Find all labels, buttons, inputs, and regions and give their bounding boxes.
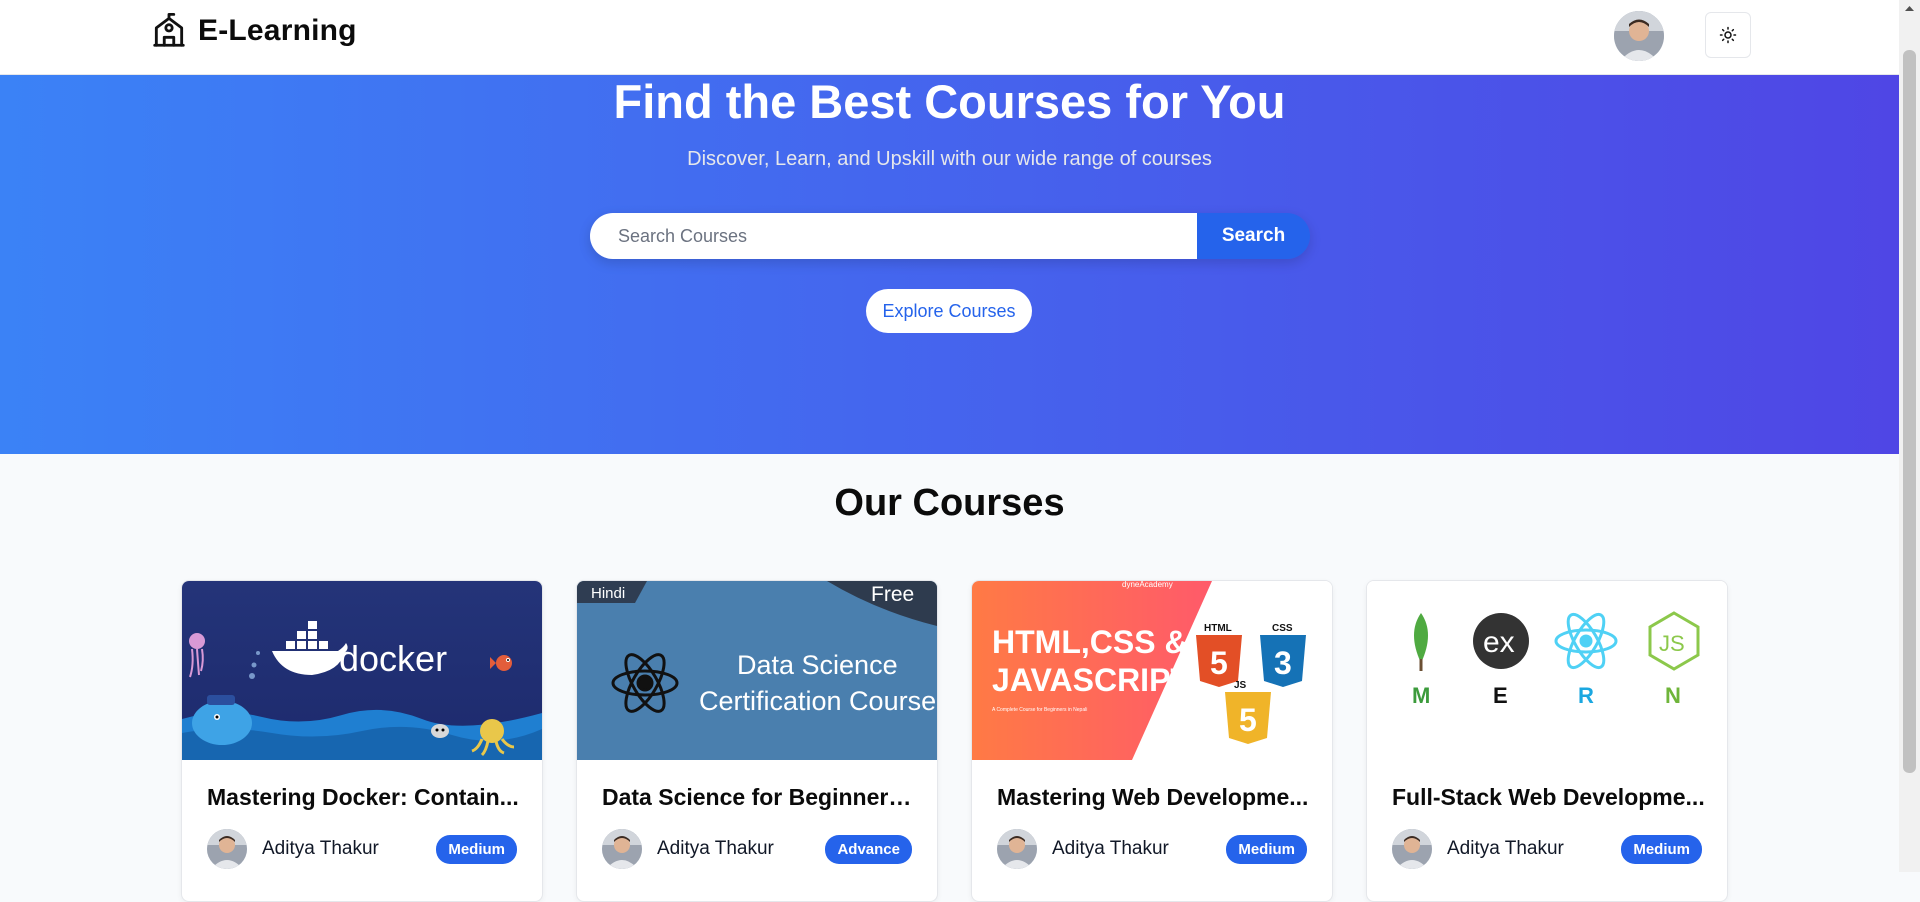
author-name: Aditya Thakur xyxy=(657,838,774,859)
thumb-heading-2: JAVASCRIPT xyxy=(992,662,1190,698)
course-title[interactable]: Data Science for Beginners:... xyxy=(602,784,917,811)
svg-text:CSS: CSS xyxy=(1272,623,1293,634)
letter-n: N xyxy=(1665,683,1681,708)
svg-text:3: 3 xyxy=(1274,645,1292,681)
svg-text:ex: ex xyxy=(1483,626,1515,659)
course-thumbnail-docker: docker xyxy=(182,581,542,760)
level-badge: Advance xyxy=(825,834,912,864)
letter-r: R xyxy=(1578,683,1594,708)
school-icon xyxy=(153,12,185,47)
svg-text:5: 5 xyxy=(1239,702,1257,738)
author-name: Aditya Thakur xyxy=(262,838,379,859)
course-list: docker Mastering Docker: Contain... Adit… xyxy=(181,580,1728,902)
course-title[interactable]: Full-Stack Web Developme... xyxy=(1392,784,1707,811)
svg-text:HTML: HTML xyxy=(1204,623,1232,634)
hero-title: Find the Best Courses for You xyxy=(613,75,1286,128)
course-author: Aditya Thakur Medium xyxy=(1392,829,1702,869)
level-badge: Medium xyxy=(1226,834,1307,864)
thumb-caption: A Complete Course for Beginners in Nepal… xyxy=(992,707,1087,713)
search-input[interactable] xyxy=(590,213,1197,259)
hero-section: Find the Best Courses for You Discover, … xyxy=(0,74,1899,454)
academy-brand: dyneAcademy xyxy=(1122,581,1173,589)
search-form: Search xyxy=(590,213,1310,259)
thumb-heading-1: Data Science xyxy=(737,650,898,680)
hero-subtitle: Discover, Learn, and Upskill with our wi… xyxy=(687,148,1212,170)
theme-toggle-button[interactable] xyxy=(1705,12,1751,58)
brand-link[interactable]: E-Learning xyxy=(150,12,357,50)
author-avatar xyxy=(602,829,642,869)
author-name: Aditya Thakur xyxy=(1052,838,1169,859)
course-author: Aditya Thakur Medium xyxy=(207,829,517,869)
course-thumbnail-web-dev: dyneAcademy HTML,CSS & JAVASCRIPT A Comp… xyxy=(972,581,1332,760)
course-thumbnail-mern: ex JS M E R N xyxy=(1367,581,1727,760)
scroll-up-arrow-icon[interactable] xyxy=(1899,0,1920,17)
course-title[interactable]: Mastering Docker: Contain... xyxy=(207,784,522,811)
course-author: Aditya Thakur Advance xyxy=(602,829,912,869)
user-avatar-button[interactable] xyxy=(1614,11,1664,61)
docker-logo-text: docker xyxy=(339,638,447,679)
course-author: Aditya Thakur Medium xyxy=(997,829,1307,869)
search-button[interactable]: Search xyxy=(1197,213,1310,259)
explore-courses-button[interactable]: Explore Courses xyxy=(866,289,1032,333)
thumb-heading-1: HTML,CSS & xyxy=(992,624,1188,660)
level-badge: Medium xyxy=(436,834,517,864)
level-badge: Medium xyxy=(1621,834,1702,864)
brand-title: E-Learning xyxy=(198,14,357,47)
avatar-image xyxy=(1614,11,1664,61)
course-card[interactable]: dyneAcademy HTML,CSS & JAVASCRIPT A Comp… xyxy=(971,580,1333,902)
author-avatar xyxy=(207,829,247,869)
navbar: E-Learning xyxy=(0,0,1899,75)
scrollbar-thumb[interactable] xyxy=(1903,50,1916,773)
svg-text:JS: JS xyxy=(1234,680,1247,691)
letter-m: M xyxy=(1412,683,1430,708)
sun-icon xyxy=(1719,26,1737,44)
course-thumbnail-data-science: Hindi Free Data Science Certification Co… xyxy=(577,581,937,760)
svg-text:JS: JS xyxy=(1659,631,1685,656)
author-avatar xyxy=(997,829,1037,869)
svg-text:5: 5 xyxy=(1210,645,1228,681)
course-card[interactable]: ex JS M E R N Full-Stack Web Developme..… xyxy=(1366,580,1728,902)
section-title: Our Courses xyxy=(834,482,1065,524)
express-icon: ex xyxy=(1473,613,1529,669)
course-card[interactable]: Hindi Free Data Science Certification Co… xyxy=(576,580,938,902)
course-title[interactable]: Mastering Web Developme... xyxy=(997,784,1312,811)
letter-e: E xyxy=(1493,683,1508,708)
language-tag: Hindi xyxy=(591,585,625,602)
price-tag: Free xyxy=(871,583,914,606)
course-card[interactable]: docker Mastering Docker: Contain... Adit… xyxy=(181,580,543,902)
author-avatar xyxy=(1392,829,1432,869)
thumb-heading-2: Certification Course xyxy=(699,686,936,716)
author-name: Aditya Thakur xyxy=(1447,838,1564,859)
